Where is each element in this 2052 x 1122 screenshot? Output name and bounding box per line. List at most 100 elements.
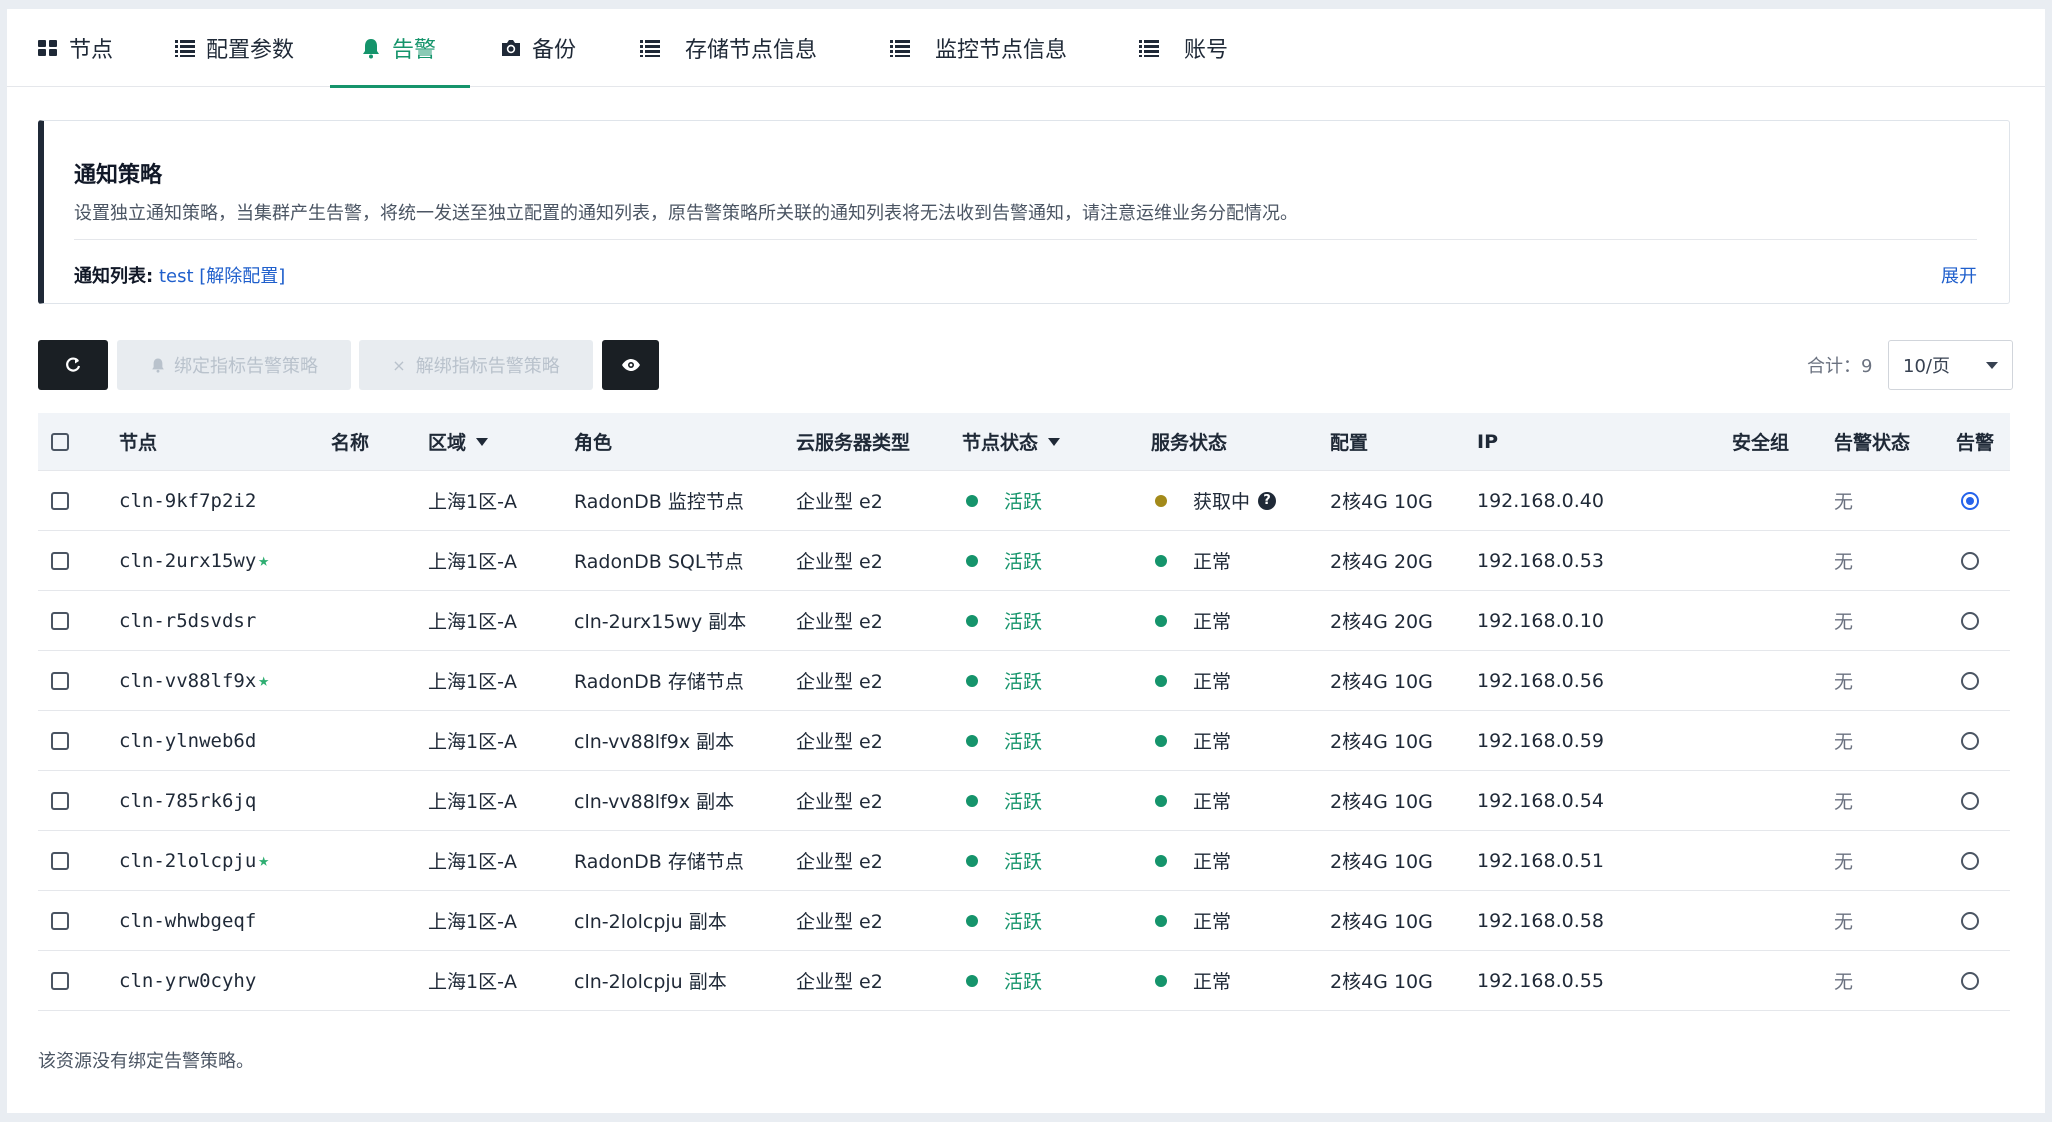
row-checkbox[interactable] [51,491,69,510]
alarm-radio[interactable] [1961,611,1979,630]
bind-alarm-policy-label: 绑定指标告警策略 [174,356,318,377]
node-id-cell[interactable]: cln-whwbgeqf [119,891,258,950]
alarm-status: 无 [1834,491,1854,513]
service-status-label: 正常 [1193,911,1232,933]
filter-caret-icon [476,437,489,446]
tab-label: 节点 [69,38,114,63]
alarm-radio[interactable] [1961,851,1979,870]
row-checkbox[interactable] [51,971,69,990]
node-id-cell[interactable]: cln-yrw0cyhy [119,951,258,1010]
status-dot-icon [966,974,978,987]
zone: 上海1区-A [428,731,517,753]
alarm-radio-cell [1961,591,1979,650]
header-ip: IP [1477,430,1498,453]
node-id-cell[interactable]: cln-ylnweb6d [119,711,258,770]
primary-star-icon: ★ [258,850,270,871]
alarm-status: 无 [1834,731,1854,753]
alarm-radio-cell [1961,531,1979,590]
tab-config-params[interactable]: 配置参数 [174,9,294,87]
header-server-type: 云服务器类型 [796,432,911,454]
help-icon[interactable]: ? [1258,491,1277,510]
node-id: cln-2urx15wy [119,549,257,572]
service-status-label: 正常 [1193,611,1232,633]
header-node-status[interactable]: 节点状态 [962,413,1061,470]
header-role: 角色 [574,432,613,454]
node-id-cell[interactable]: cln-r5dsvdsr [119,591,258,650]
server-type: 企业型 e2 [796,851,883,873]
server-type: 企业型 e2 [796,551,883,573]
page-size-select[interactable]: 10/页 [1888,340,2013,390]
row-select-cell [51,831,69,890]
zone: 上海1区-A [428,551,517,573]
row-checkbox[interactable] [51,611,69,630]
notification-list-link[interactable]: test [159,266,194,287]
select-all-checkbox[interactable] [51,432,69,451]
node-status: 活跃 [966,471,1042,530]
node-id-cell[interactable]: cln-785rk6jq [119,771,258,830]
zone: 上海1区-A [428,911,517,933]
table-row: cln-785rk6jq 上海1区-A cln-vv88lf9x 副本 企业型 e2 活… [38,771,2010,831]
status-dot-icon [1155,974,1167,987]
bind-alarm-policy-button[interactable]: 绑定指标告警策略 [117,340,351,390]
service-status-label: 正常 [1193,971,1232,993]
tab-nodes[interactable]: 节点 [37,9,113,87]
tab-alarm[interactable]: 告警 [329,9,471,88]
table-row: cln-vv88lf9x ★ 上海1区-A RadonDB 存储节点 企业型 e2 活跃 正… [38,651,2010,711]
alarm-status: 无 [1834,971,1854,993]
status-dot-icon [966,734,978,747]
alarm-radio[interactable] [1961,911,1979,930]
row-checkbox[interactable] [51,731,69,750]
node-status: 活跃 [966,591,1042,650]
alarm-status: 无 [1834,851,1854,873]
row-checkbox[interactable] [51,551,69,570]
alarm-radio[interactable] [1961,791,1979,810]
header-config: 配置 [1330,432,1369,454]
alarm-radio[interactable] [1961,551,1979,570]
alarm-radio[interactable] [1961,971,1979,990]
node-status-label: 活跃 [1004,911,1043,933]
alarm-radio[interactable] [1961,491,1979,510]
node-id: cln-whwbgeqf [119,909,257,932]
expand-link[interactable]: 展开 [1941,262,1977,288]
notification-list-row: 通知列表: test [解除配置] [74,262,285,288]
list-icon [175,40,195,57]
tab-monitor-node-info[interactable]: 监控节点信息 [889,9,1067,87]
node-status-label: 活跃 [1004,551,1043,573]
list-icon [890,40,910,57]
tab-backup[interactable]: 备份 [500,9,576,87]
primary-star-icon: ★ [258,550,270,571]
refresh-button[interactable] [38,340,108,390]
node-id-cell[interactable]: cln-9kf7p2i2 [119,471,258,530]
alarm-radio-cell [1961,951,1979,1010]
zone: 上海1区-A [428,971,517,993]
notice-description: 设置独立通知策略，当集群产生告警，将统一发送至独立配置的通知列表，原告警策略所关… [74,203,1298,224]
node-status: 活跃 [966,891,1042,950]
tab-accounts[interactable]: 账号 [1138,9,1228,87]
row-checkbox[interactable] [51,791,69,810]
status-dot-icon [966,494,978,507]
tab-storage-node-info[interactable]: 存储节点信息 [639,9,817,87]
service-status-label: 获取中 [1193,491,1251,513]
view-button[interactable] [602,340,659,390]
alarm-radio[interactable] [1961,671,1979,690]
node-status: 活跃 [966,711,1042,770]
table-row: cln-yrw0cyhy 上海1区-A cln-2lolcpju 副本 企业型 e2 活… [38,951,2010,1011]
ip-address: 192.168.0.55 [1477,969,1604,992]
row-checkbox[interactable] [51,851,69,870]
unbind-config-link[interactable]: [解除配置] [199,266,285,287]
node-status-label: 活跃 [1004,731,1043,753]
node-id-cell[interactable]: cln-vv88lf9x ★ [119,651,269,710]
row-checkbox[interactable] [51,911,69,930]
role: RadonDB 存储节点 [574,671,744,693]
unbind-alarm-policy-button[interactable]: × 解绑指标告警策略 [359,340,593,390]
tab-label: 告警 [392,38,437,63]
node-id-cell[interactable]: cln-2urx15wy ★ [119,531,269,590]
server-type: 企业型 e2 [796,911,883,933]
status-dot-icon [1155,614,1167,627]
node-id-cell[interactable]: cln-2lolcpju ★ [119,831,269,890]
header-zone[interactable]: 区域 [428,413,489,470]
row-checkbox[interactable] [51,671,69,690]
table-header: 节点 名称 区域 角色 云服务器类型 节点状态 服务状态 配置 IP 安全组 告… [38,413,2010,471]
camera-icon [502,40,520,56]
alarm-radio[interactable] [1961,731,1979,750]
